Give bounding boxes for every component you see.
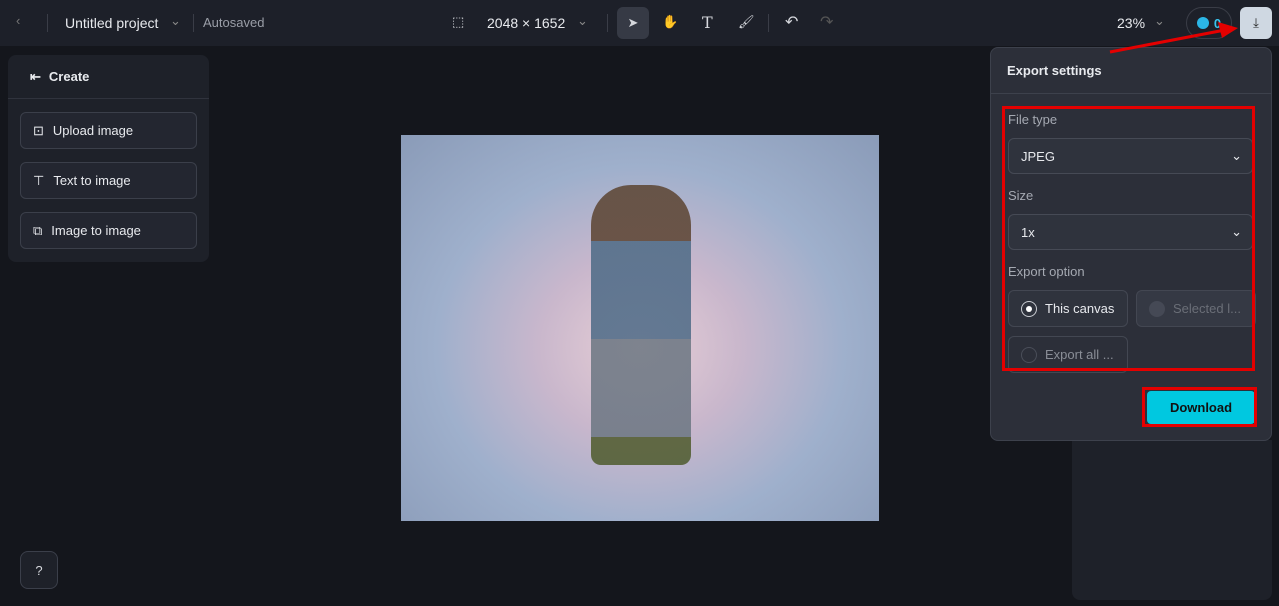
export-title: Export settings [1007, 63, 1102, 78]
text-to-image-icon: ⊤ [33, 172, 45, 188]
person-figure [591, 185, 691, 465]
save-status: Autosaved [203, 15, 265, 30]
project-title[interactable]: Untitled project [65, 15, 158, 31]
button-label: Text to image [53, 173, 131, 188]
create-title: Create [48, 69, 90, 84]
undo-icon[interactable]: ↶ [785, 12, 798, 32]
upload-image-icon: ⊡ [33, 122, 44, 138]
redo-icon[interactable]: ↷ [820, 12, 833, 32]
text-to-image-button[interactable]: ⊤ Text to image [20, 162, 197, 199]
brush-tool-icon[interactable]: 🖌 [738, 14, 755, 30]
image-to-image-button[interactable]: ⧉ Image to image [20, 212, 197, 249]
image-to-image-icon: ⧉ [33, 222, 43, 238]
canvas-image[interactable] [401, 135, 879, 521]
create-header[interactable]: ⇤ Create [8, 55, 209, 99]
annotation-arrow [1109, 22, 1238, 54]
text-tool-icon[interactable]: T [702, 13, 713, 32]
back-chevron-icon[interactable]: ‹ [16, 13, 20, 28]
button-label: Upload image [52, 123, 134, 138]
annotation-box [1002, 106, 1255, 371]
resize-icon[interactable]: ⬚ [452, 14, 464, 30]
back-arrow-icon: ⇤ [30, 68, 41, 84]
chevron-down-icon[interactable]: ⌄ [170, 13, 181, 29]
canvas-size[interactable]: 2048 × 1652 [487, 15, 565, 31]
help-icon[interactable]: ? [20, 551, 58, 589]
chevron-down-icon[interactable]: ⌄ [577, 13, 588, 29]
annotation-box [1142, 387, 1257, 427]
button-label: Image to image [51, 223, 141, 238]
create-panel: ⇤ Create ⊡ Upload image ⊤ Text to image ⧉ Im… [8, 55, 209, 262]
top-toolbar: ‹ Untitled project ⌄ Autosaved ⬚ 2048 × … [0, 0, 1279, 46]
upload-image-button[interactable]: ⊡ Upload image [20, 112, 197, 149]
select-tool-icon[interactable]: ➤ [617, 7, 649, 39]
right-panel [1072, 440, 1272, 600]
hand-tool-icon[interactable]: ✋ [662, 14, 678, 30]
